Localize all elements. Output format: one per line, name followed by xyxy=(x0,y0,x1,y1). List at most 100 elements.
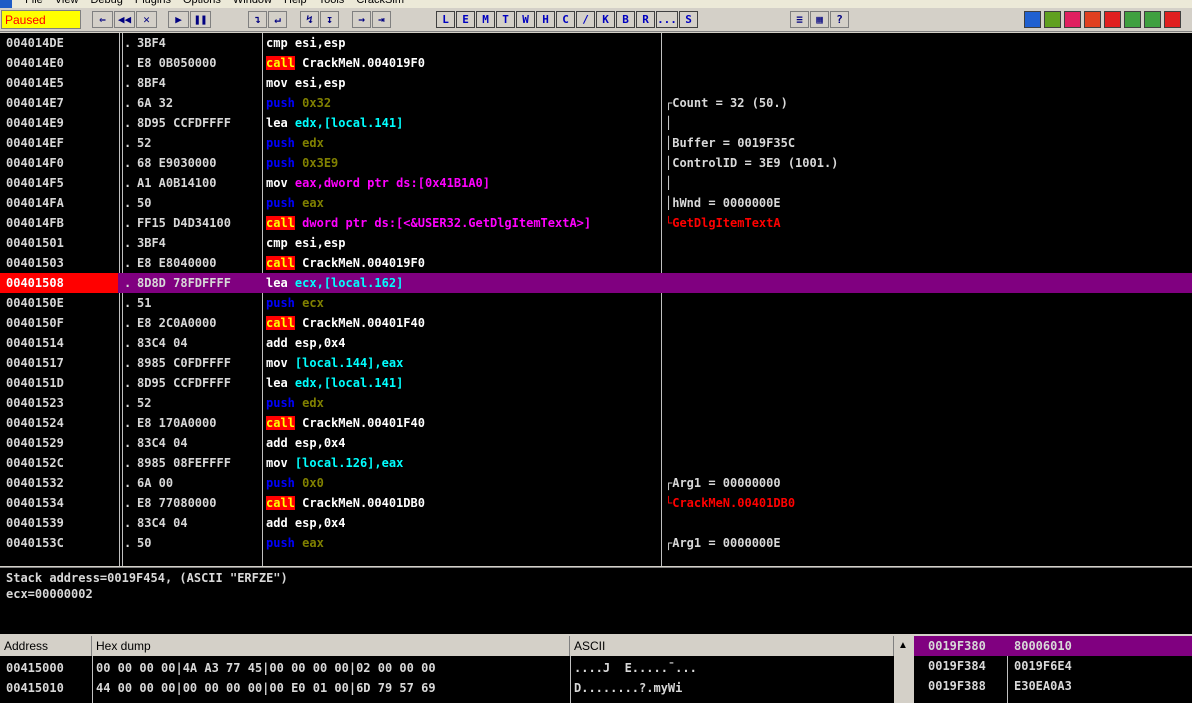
disasm-row[interactable]: 00401524. E8 170A0000 call CrackMeN.00401F… xyxy=(0,413,1192,433)
plugin-close-icon[interactable] xyxy=(1164,11,1181,28)
stack-row[interactable]: 0019F384 0019F6E4 xyxy=(914,656,1192,676)
menu-item-tools[interactable]: Tools xyxy=(319,0,345,6)
run-icon[interactable]: ▶ xyxy=(168,11,189,28)
menu-item-debug[interactable]: Debug xyxy=(90,0,122,6)
dump-header-ascii[interactable]: ASCII xyxy=(570,636,894,656)
plugin-calc-icon[interactable] xyxy=(1044,11,1061,28)
dump-row[interactable]: 00415010 44 00 00 00|00 00 00 00|00 E0 01… xyxy=(0,678,912,698)
help-icon[interactable]: ? xyxy=(830,11,849,28)
window-button-more[interactable]: ... xyxy=(656,11,678,28)
window-button-h[interactable]: H xyxy=(536,11,555,28)
window-button-l[interactable]: L xyxy=(436,11,455,28)
disasm-row[interactable]: 00401503. E8 E8040000 call CrackMeN.004019… xyxy=(0,253,1192,273)
menu-item-window[interactable]: Window xyxy=(233,0,272,6)
menu-item-help[interactable]: Help xyxy=(284,0,307,6)
plugin-circle-icon[interactable] xyxy=(1084,11,1101,28)
rewind-icon[interactable]: ◀◀ xyxy=(114,11,135,28)
disasm-row[interactable]: 0040150E. 51 push ecx xyxy=(0,293,1192,313)
menu-item-view[interactable]: View xyxy=(55,0,79,6)
step-over-icon[interactable]: ↵ xyxy=(268,11,287,28)
disasm-row[interactable]: 0040152C. 8985 08FEFFFF mov [local.126],ea… xyxy=(0,453,1192,473)
trace-into-icon[interactable]: ↯ xyxy=(300,11,319,28)
dump-row[interactable]: 00415000 00 00 00 00|4A A3 77 45|00 00 00… xyxy=(0,658,912,678)
instruction-address: 00401523 xyxy=(6,396,64,410)
instruction-address: 00401539 xyxy=(6,516,64,530)
menu-item-plugins[interactable]: Plugins xyxy=(135,0,171,6)
instruction-mnemonic: cmp xyxy=(266,36,288,50)
menu-item-cracksim[interactable]: CrackSim xyxy=(356,0,404,6)
disasm-row[interactable]: 004014F0. 68 E9030000 push 0x3E9 │ControlID… xyxy=(0,153,1192,173)
instruction-operand: edx,[local.141] xyxy=(294,376,404,390)
window-button-e[interactable]: E xyxy=(456,11,475,28)
instruction-operand: eax xyxy=(302,536,324,550)
disasm-row[interactable]: 004014EF. 52 push edx │Buffer = 0019F35C xyxy=(0,133,1192,153)
instruction-mnemonic: push xyxy=(266,136,295,150)
disasm-row[interactable]: 00401523. 52 push edx xyxy=(0,393,1192,413)
disasm-row[interactable]: 0040151D. 8D95 CCFDFFFF lea edx,[local.141… xyxy=(0,373,1192,393)
instruction-marker: . xyxy=(124,76,132,90)
plugin-chip-icon[interactable] xyxy=(1124,11,1141,28)
instruction-disassembly: call CrackMeN.004019F0 xyxy=(266,53,660,73)
window-button-m[interactable]: M xyxy=(476,11,495,28)
disasm-row[interactable]: 00401508. 8D8D 78FDFFFF lea ecx,[local.162… xyxy=(0,273,1192,293)
stack-row[interactable]: 0019F388 E30EA0A3 xyxy=(914,676,1192,696)
disasm-row[interactable]: 00401534. E8 77080000 call CrackMeN.00401D… xyxy=(0,493,1192,513)
plugin-target-icon[interactable] xyxy=(1104,11,1121,28)
goto-icon[interactable]: ⇥ xyxy=(372,11,391,28)
hex-dump-pane[interactable]: Address Hex dump ASCII ▲ 00415000 00 00 0… xyxy=(0,636,912,703)
menu-item-options[interactable]: Options xyxy=(183,0,221,6)
instruction-address: 004014FB xyxy=(6,216,64,230)
trace-over-icon[interactable]: ↧ xyxy=(320,11,339,28)
window-button-r[interactable]: R xyxy=(636,11,655,28)
menu-item-file[interactable]: File xyxy=(25,0,43,6)
disasm-row[interactable]: 004014E9. 8D95 CCFDFFFF lea edx,[local.141… xyxy=(0,113,1192,133)
disasm-row[interactable]: 004014E0. E8 0B050000 call CrackMeN.004019… xyxy=(0,53,1192,73)
disasm-row[interactable]: 00401529. 83C4 04 add esp,0x4 xyxy=(0,433,1192,453)
window-button-t[interactable]: T xyxy=(496,11,515,28)
disasm-row[interactable]: 00401501. 3BF4 cmp esi,esp xyxy=(0,233,1192,253)
execute-till-return-icon[interactable]: → xyxy=(352,11,371,28)
instruction-disassembly: push eax xyxy=(266,533,660,553)
close-icon[interactable]: ✕ xyxy=(136,11,157,28)
stack-address: 0019F388 xyxy=(928,679,986,693)
stack-row[interactable]: 0019F380 80006010 xyxy=(914,636,1192,656)
step-into-icon[interactable]: ↴ xyxy=(248,11,267,28)
instruction-comment: │Buffer = 0019F35C xyxy=(665,136,796,150)
window-button-s[interactable]: S xyxy=(679,11,698,28)
dump-header-hex[interactable]: Hex dump xyxy=(92,636,570,656)
pause-icon[interactable]: ❚❚ xyxy=(190,11,211,28)
disasm-row[interactable]: 00401532. 6A 00 push 0x0 ┌Arg1 = 00000000 xyxy=(0,473,1192,493)
instruction-mnemonic: call xyxy=(266,56,295,70)
instruction-marker: . xyxy=(124,276,132,290)
grid-icon[interactable]: ▦ xyxy=(810,11,829,28)
window-button-patches[interactable]: / xyxy=(576,11,595,28)
disasm-row[interactable]: 004014E5. 8BF4 mov esi,esp xyxy=(0,73,1192,93)
plugin-window-icon[interactable] xyxy=(1024,11,1041,28)
instruction-disassembly: call CrackMeN.00401F40 xyxy=(266,313,660,333)
disasm-row[interactable]: 00401517. 8985 C0FDFFFF mov [local.144],ea… xyxy=(0,353,1192,373)
open-icon[interactable]: ⇐ xyxy=(92,11,113,28)
window-button-b[interactable]: B xyxy=(616,11,635,28)
window-button-k[interactable]: K xyxy=(596,11,615,28)
dump-header-address[interactable]: Address xyxy=(0,636,92,656)
window-button-w[interactable]: W xyxy=(516,11,535,28)
disasm-row[interactable]: 004014FB. FF15 D4D34100 call dword ptr ds:… xyxy=(0,213,1192,233)
disasm-row[interactable]: 0040153C. 50 push eax ┌Arg1 = 0000000E xyxy=(0,533,1192,553)
list-icon[interactable]: ≡ xyxy=(790,11,809,28)
window-button-c[interactable]: C xyxy=(556,11,575,28)
stack-pane[interactable]: 0019F380 80006010 0019F384 0019F6E4 0019F388… xyxy=(914,636,1192,703)
cpu-disassembly-pane[interactable]: 004014DE. 3BF4 cmp esi,esp 004014E0. E8 0B05… xyxy=(0,33,1192,566)
disasm-row[interactable]: 00401514. 83C4 04 add esp,0x4 xyxy=(0,333,1192,353)
instruction-marker: . xyxy=(124,536,132,550)
disasm-row[interactable]: 00401539. 83C4 04 add esp,0x4 xyxy=(0,513,1192,533)
plugin-table-icon[interactable] xyxy=(1144,11,1161,28)
disasm-row[interactable]: 004014FA. 50 push eax │hWnd = 0000000E xyxy=(0,193,1192,213)
disasm-row[interactable]: 004014DE. 3BF4 cmp esi,esp xyxy=(0,33,1192,53)
disasm-row[interactable]: 0040150F. E8 2C0A0000 call CrackMeN.00401F… xyxy=(0,313,1192,333)
disasm-row[interactable]: 004014F5. A1 A0B14100 mov eax,dword ptr ds… xyxy=(0,173,1192,193)
instruction-disassembly: call CrackMeN.00401DB0 xyxy=(266,493,660,513)
plugin-a-icon[interactable] xyxy=(1064,11,1081,28)
scroll-up-arrow-icon[interactable]: ▲ xyxy=(894,636,912,656)
disasm-row[interactable]: 004014E7. 6A 32 push 0x32 ┌Count = 32 (50.) xyxy=(0,93,1192,113)
